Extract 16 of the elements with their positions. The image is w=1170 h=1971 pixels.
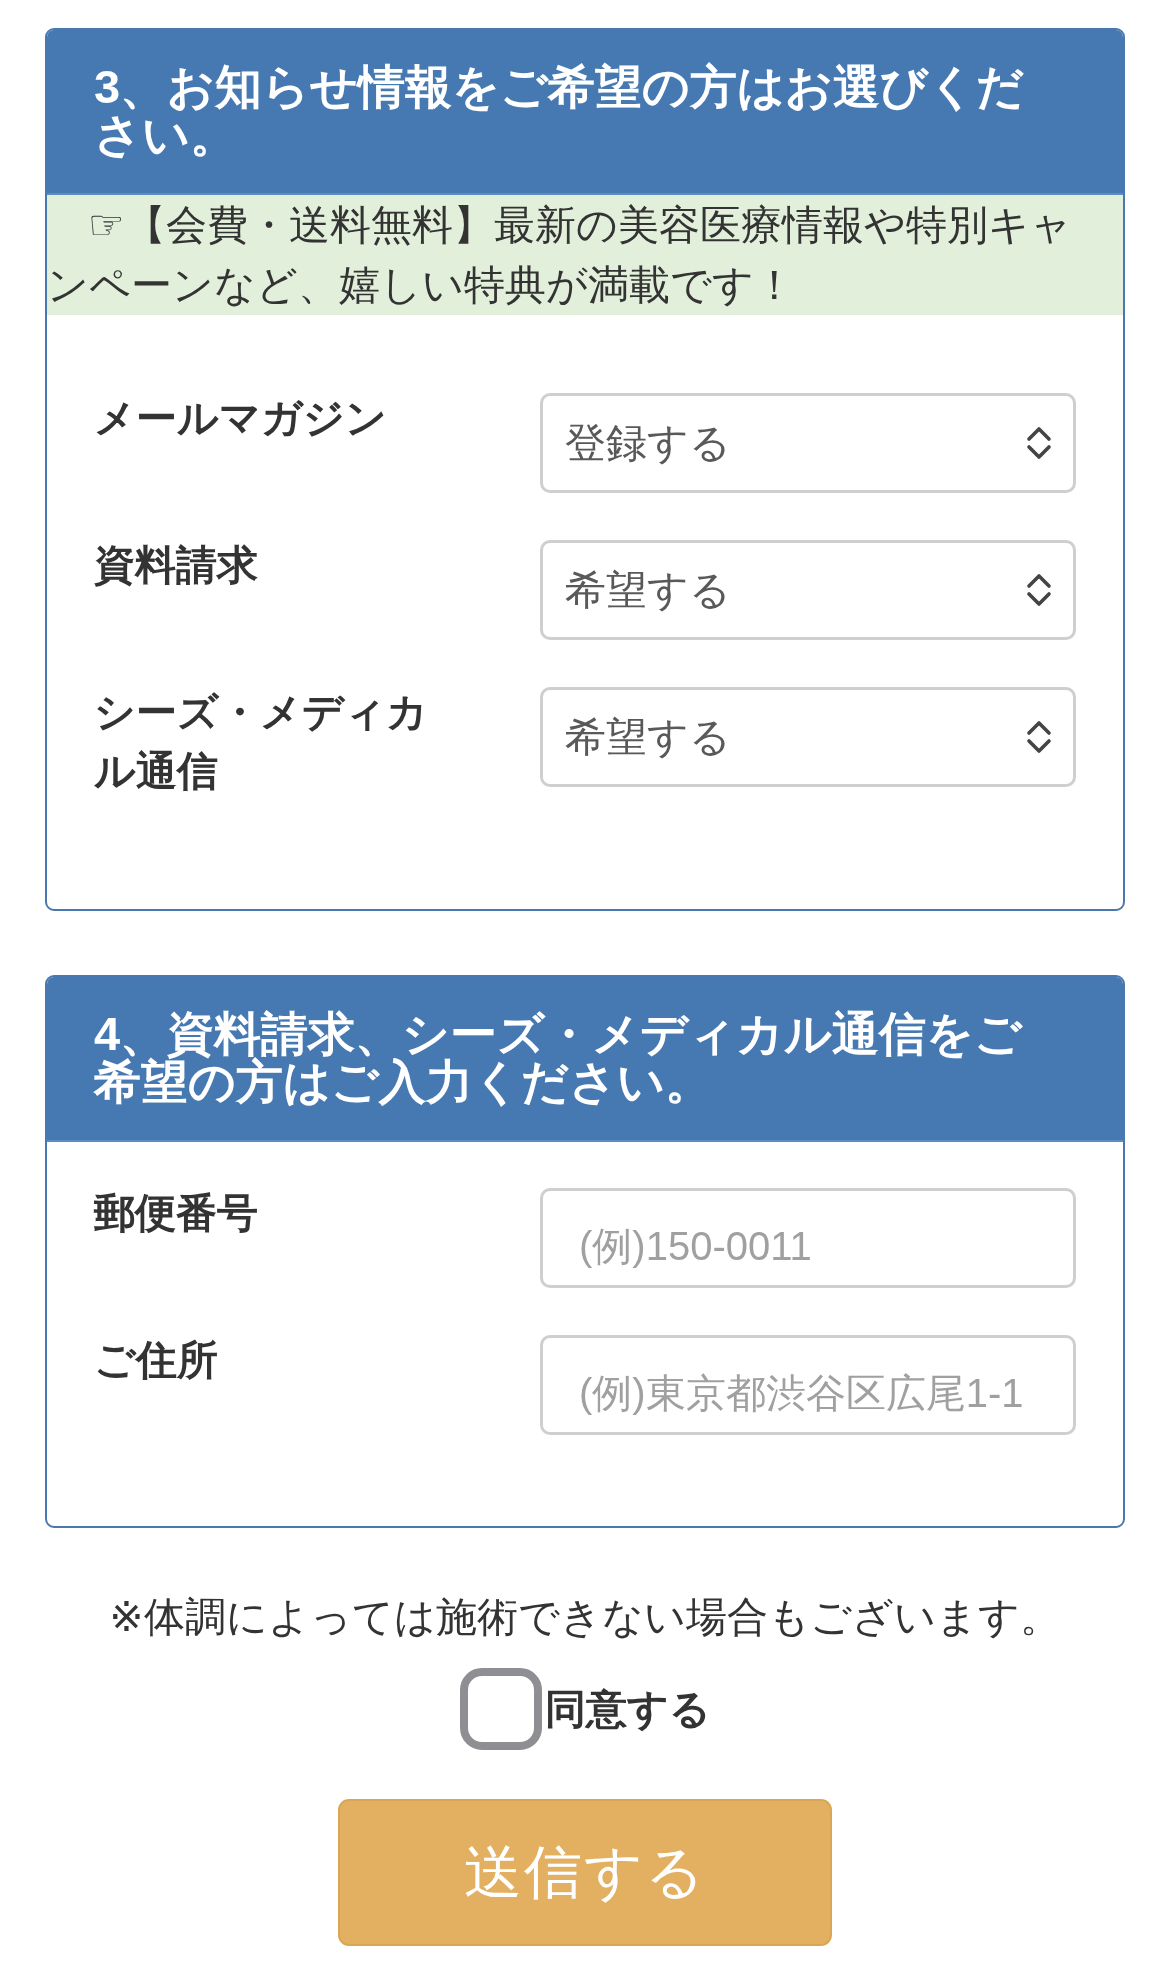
notice-text: ☞【会費・送料無料】最新の美容医療情報や特別キャンペーンなど、嬉しい特典が満載です！ xyxy=(47,202,1072,308)
dropdown-select[interactable]: 希望する xyxy=(540,687,1076,787)
field-label: 郵便番号 xyxy=(94,1189,259,1238)
checkbox[interactable] xyxy=(459,1668,542,1750)
field-label: シーズ・メディカル通信 xyxy=(94,688,429,796)
note-text: ※体調によっては施術できない場合もございます。 xyxy=(108,1593,1062,1642)
section-header: 4、資料請求、シーズ・メディカル通信をご希望の方はご入力ください。 xyxy=(47,977,1123,1142)
input-field[interactable]: (例)東京都渋谷区広尾1-1 xyxy=(540,1335,1076,1435)
dropdown-select[interactable]: 登録する xyxy=(540,393,1076,493)
field-label: ご住所 xyxy=(94,1336,219,1385)
dropdown-select[interactable]: 希望する xyxy=(540,540,1076,640)
field-label: 資料請求 xyxy=(94,541,259,590)
section-header: 3、お知らせ情報をご希望の方はお選びください。 xyxy=(47,30,1123,195)
field-label: メールマガジン xyxy=(94,394,388,443)
input-field[interactable]: (例)150-0011 xyxy=(540,1188,1076,1288)
checkbox-label[interactable]: 同意する xyxy=(544,1679,711,1739)
